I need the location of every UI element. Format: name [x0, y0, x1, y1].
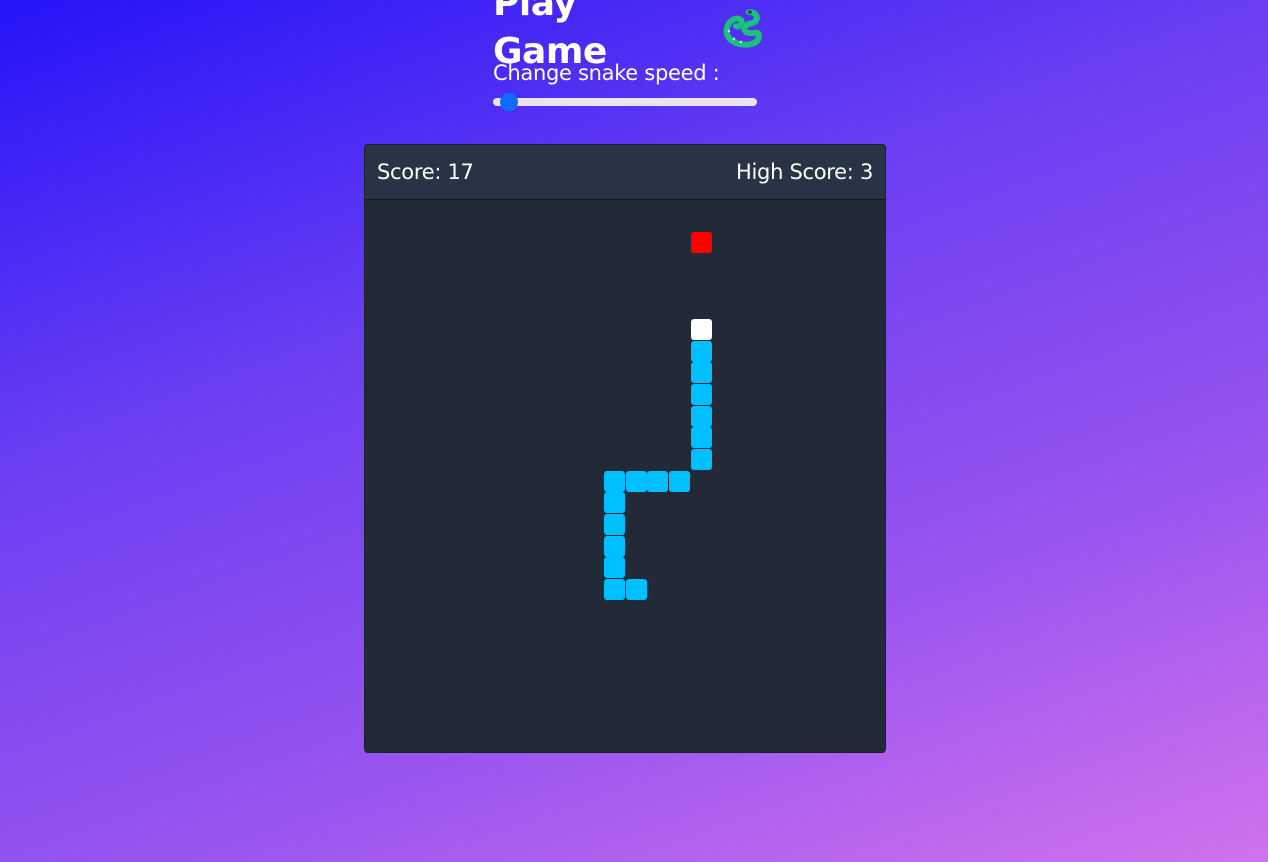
game-card: Score: 17 High Score: 3: [364, 144, 886, 753]
snake-body-segment: [604, 513, 626, 535]
high-score-text: High Score: 3: [736, 160, 873, 184]
snake-body-segment: [690, 405, 712, 427]
score-bar: Score: 17 High Score: 3: [365, 145, 885, 200]
snake-body-segment: [625, 470, 647, 492]
snake-body-segment: [604, 492, 626, 514]
score-text: Score: 17: [377, 160, 474, 184]
snake-body-segment: [604, 557, 626, 579]
snake-body-segment: [690, 340, 712, 362]
snake-icon: [723, 9, 763, 48]
page: { "header": { "title": "Play Game", "ico…: [0, 0, 1268, 862]
game-board[interactable]: [365, 200, 885, 752]
snake-body-segment: [669, 470, 691, 492]
snake-body-segment: [604, 578, 626, 600]
food-cell: [690, 232, 712, 254]
title-row: Play Game: [493, 0, 763, 72]
snake-body-segment: [690, 362, 712, 384]
speed-slider-track[interactable]: [493, 98, 757, 106]
snake-body-segment: [604, 470, 626, 492]
snake-body-segment: [690, 427, 712, 449]
speed-label: Change snake speed :: [493, 61, 720, 85]
speed-slider-thumb[interactable]: [500, 93, 519, 111]
snake-body-segment: [690, 448, 712, 470]
speed-slider[interactable]: [493, 93, 757, 111]
snake-body-segment: [647, 470, 669, 492]
game-header: Play Game Change snake speed :: [493, 0, 763, 111]
snake-body-segment: [625, 578, 647, 600]
snake-head: [690, 318, 712, 340]
snake-body-segment: [604, 535, 626, 557]
snake-body-segment: [690, 383, 712, 405]
